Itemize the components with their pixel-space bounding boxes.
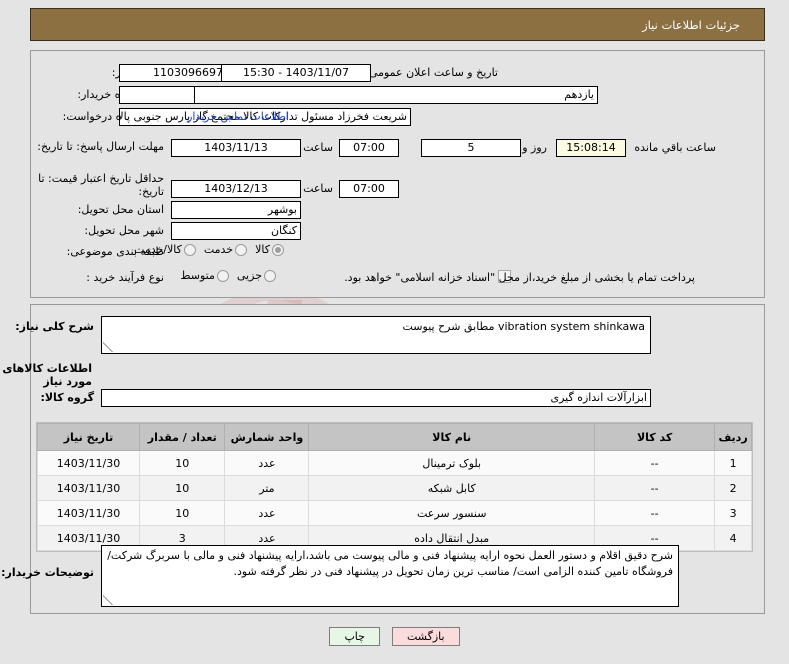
province-value[interactable]: بوشهر xyxy=(171,201,301,219)
remaining-clock: 15:08:14 xyxy=(556,139,626,157)
radio-category-kala-khedmat-label: کالا/خدمت xyxy=(134,243,182,256)
th-unit: واحد شمارش xyxy=(224,423,310,451)
radio-category-kala-khedmat[interactable] xyxy=(183,243,196,256)
cell-radif: 4 xyxy=(714,525,752,551)
goods-group-value[interactable]: ابزارآلات اندازه گیری xyxy=(101,389,651,407)
cell-radif: 2 xyxy=(714,475,752,501)
table-header-row: ردیف کد کالا نام کالا واحد شمارش تعداد /… xyxy=(37,423,752,451)
field-city: شهر محل تحویل: xyxy=(84,224,164,237)
table-row: 1 -- بلوک ترمینال عدد 10 1403/11/30 xyxy=(37,450,752,476)
goods-section-heading: اطلاعات کالاهای مورد نیاز xyxy=(2,362,92,388)
cell-name: بلوک ترمینال xyxy=(308,450,596,476)
category-radio-group: کالا خدمت کالا/خدمت xyxy=(126,243,284,256)
page-title-bar: جزئیات اطلاعات نیاز xyxy=(30,8,765,41)
cell-unit: عدد xyxy=(224,500,310,526)
deadline-time-label: ساعت xyxy=(303,141,333,154)
process-label: نوع فرآیند خرید : xyxy=(86,271,164,284)
field-province: استان محل تحویل: xyxy=(78,203,164,216)
radio-process-motavaset-label: متوسط xyxy=(180,269,215,282)
radio-category-kala[interactable] xyxy=(272,243,284,256)
remaining-days: 5 xyxy=(421,139,521,157)
validity-date[interactable]: 1403/12/13 xyxy=(171,180,301,198)
items-table: ردیف کد کالا نام کالا واحد شمارش تعداد /… xyxy=(37,423,752,551)
radio-process-jozii[interactable] xyxy=(264,269,276,282)
buyer-notes-textarea[interactable]: شرح دقیق اقلام و دستور العمل نحوه ارایه … xyxy=(101,545,679,607)
buyer-org-value-continued[interactable]: یازدهم xyxy=(194,86,598,104)
field-process: نوع فرآیند خرید : xyxy=(86,271,164,284)
page-title: جزئیات اطلاعات نیاز xyxy=(642,17,740,32)
deadline-date[interactable]: 1403/11/13 xyxy=(171,139,301,157)
cell-radif: 3 xyxy=(714,500,752,526)
field-goods-group: گروه کالا: xyxy=(40,391,94,404)
buyer-contact-link[interactable]: اطلاعات تماس خریدار xyxy=(187,110,289,123)
print-button[interactable]: چاپ xyxy=(329,627,380,646)
th-radif: ردیف xyxy=(714,423,752,451)
field-validity: حداقل تاریخ اعتبار قیمت: تا تاریخ: xyxy=(34,172,164,198)
th-qty: تعداد / مقدار xyxy=(138,423,226,451)
validity-time[interactable]: 07:00 xyxy=(339,180,399,198)
cell-radif: 1 xyxy=(714,450,752,476)
validity-time-label: ساعت xyxy=(303,182,333,195)
cell-date: 1403/11/30 xyxy=(37,450,140,476)
action-buttons: بازگشت چاپ xyxy=(0,627,789,646)
remaining-suffix: ساعت باقي مانده xyxy=(634,141,716,154)
deadline-time[interactable]: 07:00 xyxy=(339,139,399,157)
field-announce-label-wrap: تاریخ و ساعت اعلان عمومی: xyxy=(365,66,498,79)
cell-qty: 10 xyxy=(138,500,226,526)
back-button[interactable]: بازگشت xyxy=(391,627,460,646)
radio-category-kala-label: کالا xyxy=(255,243,270,256)
buyer-notes-label: توضیحات خریدار: xyxy=(1,566,94,579)
cell-unit: متر xyxy=(224,475,310,501)
th-date: تاریخ نیاز xyxy=(37,423,140,451)
remaining-days-label: روز و xyxy=(522,141,547,154)
field-deadline: مهلت ارسال پاسخ: تا تاریخ: xyxy=(34,140,164,153)
page-root: AriaTender.net جزئیات اطلاعات نیاز شماره… xyxy=(0,0,789,664)
th-code: کد کالا xyxy=(594,423,716,451)
radio-process-jozii-label: جزیی xyxy=(236,269,262,282)
radio-category-khedmat-label: خدمت xyxy=(203,243,234,256)
cell-date: 1403/11/30 xyxy=(37,475,140,501)
goods-group-label: گروه کالا: xyxy=(40,391,94,404)
validity-label: حداقل تاریخ اعتبار قیمت: تا تاریخ: xyxy=(38,172,164,198)
city-label: شهر محل تحویل: xyxy=(84,224,164,237)
th-name: نام کالا xyxy=(308,423,596,451)
treasury-checkbox-label: پرداخت تمام یا بخشی از مبلغ خرید،از محل … xyxy=(344,271,695,284)
description-label: شرح کلی نیاز: xyxy=(15,320,94,333)
cell-name: سنسور سرعت xyxy=(308,500,596,526)
radio-category-khedmat[interactable] xyxy=(235,243,248,256)
announce-value[interactable]: 15:30 - 1403/11/07 xyxy=(221,64,371,82)
cell-code: -- xyxy=(594,475,716,501)
cell-qty: 10 xyxy=(138,450,226,476)
cell-qty: 10 xyxy=(138,475,226,501)
cell-code: -- xyxy=(594,450,716,476)
field-buyer-notes: توضیحات خریدار: xyxy=(1,566,94,579)
cell-code: -- xyxy=(594,500,716,526)
province-label: استان محل تحویل: xyxy=(77,203,164,216)
cell-name: کابل شبکه xyxy=(308,475,596,501)
announce-label: تاریخ و ساعت اعلان عمومی: xyxy=(365,66,498,79)
deadline-label: مهلت ارسال پاسخ: تا تاریخ: xyxy=(37,140,164,153)
cell-unit: عدد xyxy=(224,450,310,476)
table-row: 2 -- کابل شبکه متر 10 1403/11/30 xyxy=(37,475,752,501)
table-row: 3 -- سنسور سرعت عدد 10 1403/11/30 xyxy=(37,500,752,526)
items-table-wrapper: ردیف کد کالا نام کالا واحد شمارش تعداد /… xyxy=(36,422,753,552)
process-radio-group: جزیی متوسط xyxy=(172,269,276,282)
field-description: شرح کلی نیاز: xyxy=(15,320,94,333)
city-value[interactable]: کنگان xyxy=(171,222,301,240)
cell-date: 1403/11/30 xyxy=(37,500,140,526)
radio-process-motavaset[interactable] xyxy=(216,269,229,282)
description-textarea[interactable]: vibration system shinkawa مطابق شرح پیوس… xyxy=(101,316,651,354)
